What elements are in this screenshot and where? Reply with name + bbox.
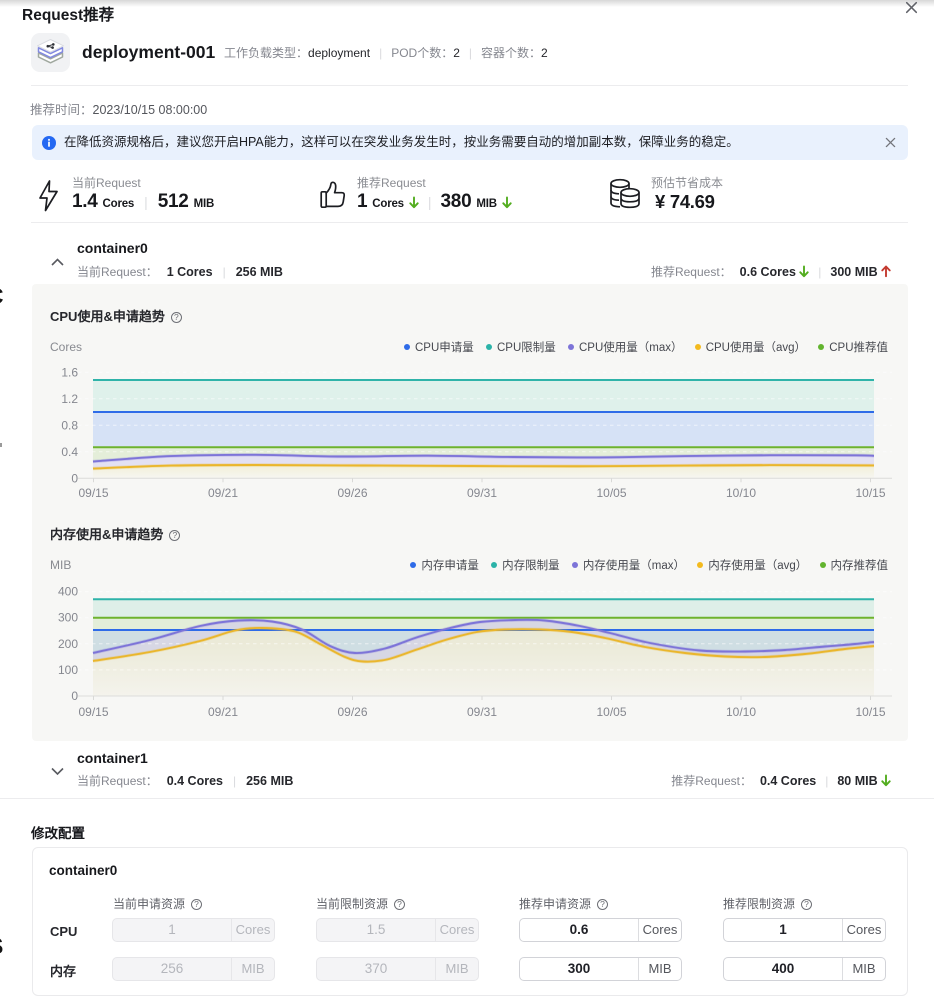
svg-text:10/15: 10/15: [855, 486, 885, 500]
svg-text:1.2: 1.2: [61, 392, 78, 406]
svg-text:09/26: 09/26: [337, 705, 367, 719]
svg-text:200: 200: [58, 637, 78, 651]
svg-text:1.6: 1.6: [61, 365, 78, 379]
svg-text:09/15: 09/15: [78, 705, 108, 719]
svg-text:0.4: 0.4: [61, 445, 78, 459]
svg-text:10/05: 10/05: [596, 486, 626, 500]
svg-text:09/15: 09/15: [78, 486, 108, 500]
svg-text:10/05: 10/05: [596, 705, 626, 719]
svg-text:0.8: 0.8: [61, 418, 78, 432]
svg-text:0: 0: [71, 471, 78, 485]
svg-text:09/31: 09/31: [467, 486, 497, 500]
svg-text:300: 300: [58, 611, 78, 625]
svg-text:10/15: 10/15: [855, 705, 885, 719]
svg-text:09/21: 09/21: [208, 486, 238, 500]
svg-text:10/10: 10/10: [726, 486, 756, 500]
svg-text:0: 0: [71, 689, 78, 703]
svg-text:09/21: 09/21: [208, 705, 238, 719]
svg-text:09/31: 09/31: [467, 705, 497, 719]
svg-text:100: 100: [58, 663, 78, 677]
svg-text:09/26: 09/26: [337, 486, 367, 500]
svg-text:10/10: 10/10: [726, 705, 756, 719]
svg-text:400: 400: [58, 585, 78, 599]
